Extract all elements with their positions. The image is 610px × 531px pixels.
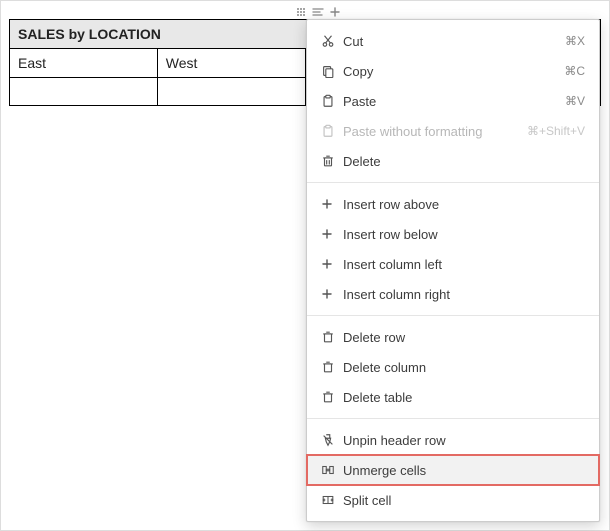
drag-handle-icon[interactable] (296, 7, 306, 17)
menu-insert-column-right[interactable]: Insert column right (307, 279, 599, 309)
add-icon[interactable] (330, 7, 340, 17)
menu-paste-nofmt-shortcut: ⌘+Shift+V (527, 124, 585, 138)
split-cell-icon (321, 493, 343, 507)
menu-paste[interactable]: Paste ⌘V (307, 86, 599, 116)
menu-cut-label: Cut (343, 34, 565, 49)
menu-ins-col-left-label: Insert column left (343, 257, 585, 272)
header-cell-east[interactable]: East (10, 49, 158, 78)
menu-delete-column[interactable]: Delete column (307, 352, 599, 382)
copy-icon (321, 64, 343, 78)
menu-paste-shortcut: ⌘V (565, 94, 585, 108)
align-icon[interactable] (312, 7, 324, 17)
data-cell-1[interactable] (10, 78, 158, 106)
menu-paste-nofmt-label: Paste without formatting (343, 124, 527, 139)
trash-icon (321, 390, 343, 404)
table-context-menu: Cut ⌘X Copy ⌘C Paste ⌘V Paste without fo… (306, 19, 600, 522)
menu-ins-row-below-label: Insert row below (343, 227, 585, 242)
unpin-icon (321, 433, 343, 447)
unmerge-icon (321, 463, 343, 477)
plus-icon (321, 288, 343, 300)
menu-unpin-label: Unpin header row (343, 433, 585, 448)
plus-icon (321, 258, 343, 270)
menu-ins-row-above-label: Insert row above (343, 197, 585, 212)
menu-delete[interactable]: Delete (307, 146, 599, 176)
menu-copy[interactable]: Copy ⌘C (307, 56, 599, 86)
cut-icon (321, 34, 343, 48)
menu-split-label: Split cell (343, 493, 585, 508)
menu-divider-3 (307, 418, 599, 419)
menu-unpin-header-row[interactable]: Unpin header row (307, 425, 599, 455)
menu-copy-label: Copy (343, 64, 564, 79)
data-cell-2[interactable] (157, 78, 305, 106)
header-cell-west[interactable]: West (157, 49, 305, 78)
paste-nofmt-icon (321, 124, 343, 138)
paste-icon (321, 94, 343, 108)
menu-divider-1 (307, 182, 599, 183)
menu-unmerge-label: Unmerge cells (343, 463, 585, 478)
menu-split-cell[interactable]: Split cell (307, 485, 599, 515)
menu-cut[interactable]: Cut ⌘X (307, 26, 599, 56)
menu-insert-row-above[interactable]: Insert row above (307, 189, 599, 219)
menu-del-col-label: Delete column (343, 360, 585, 375)
menu-insert-column-left[interactable]: Insert column left (307, 249, 599, 279)
menu-paste-without-formatting: Paste without formatting ⌘+Shift+V (307, 116, 599, 146)
menu-insert-row-below[interactable]: Insert row below (307, 219, 599, 249)
menu-del-row-label: Delete row (343, 330, 585, 345)
menu-ins-col-right-label: Insert column right (343, 287, 585, 302)
table-title-text: SALES by LOCATION (18, 26, 161, 42)
table-toolbar-floater (296, 4, 340, 20)
menu-delete-row[interactable]: Delete row (307, 322, 599, 352)
menu-divider-2 (307, 315, 599, 316)
menu-del-table-label: Delete table (343, 390, 585, 405)
delete-icon (321, 154, 343, 168)
plus-icon (321, 198, 343, 210)
trash-icon (321, 330, 343, 344)
menu-delete-table[interactable]: Delete table (307, 382, 599, 412)
menu-copy-shortcut: ⌘C (564, 64, 585, 78)
menu-unmerge-cells[interactable]: Unmerge cells (307, 455, 599, 485)
menu-paste-label: Paste (343, 94, 565, 109)
trash-icon (321, 360, 343, 374)
plus-icon (321, 228, 343, 240)
menu-cut-shortcut: ⌘X (565, 34, 585, 48)
editor-canvas: SALES by LOCATION East West North Cut ⌘X (0, 0, 610, 531)
menu-delete-label: Delete (343, 154, 585, 169)
